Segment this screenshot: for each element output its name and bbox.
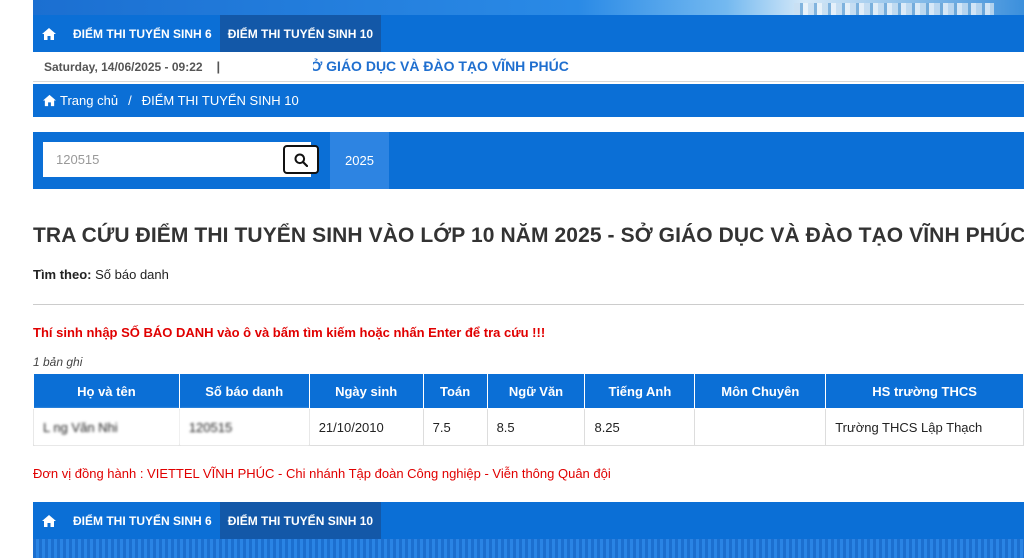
footer-background	[33, 539, 1024, 558]
nav-item-tuyen-sinh-6[interactable]: ĐIỂM THI TUYỂN SINH 6	[65, 15, 220, 52]
search-by-value: Số báo danh	[95, 267, 169, 282]
main-navbar: ĐIỂM THI TUYỂN SINH 6 ĐIỂM THI TUYỂN SIN…	[33, 15, 1024, 52]
table-header-row: Họ và tên Số báo danh Ngày sinh Toán Ngữ…	[33, 373, 1024, 409]
cell-anh: 8.25	[584, 408, 696, 446]
col-header-van: Ngữ Văn	[486, 373, 586, 409]
marquee: SỞ GIÁO DỤC VÀ ĐÀO TẠO VĨNH PHÚC	[313, 52, 1013, 81]
footer-nav-home-button[interactable]	[33, 502, 65, 539]
col-header-name: Họ và tên	[33, 373, 180, 409]
cell-chuyen	[694, 408, 827, 446]
cell-dob: 21/10/2010	[308, 408, 424, 446]
info-separator: |	[216, 59, 221, 74]
col-header-dob: Ngày sinh	[308, 373, 424, 409]
search-by: Tìm theo: Số báo danh	[33, 267, 169, 282]
header-banner	[33, 0, 1024, 15]
home-icon	[42, 27, 56, 40]
sponsor-text: Đơn vị đồng hành : VIETTEL VĨNH PHÚC - C…	[33, 466, 611, 481]
search-bar: 2025	[33, 132, 1024, 189]
search-icon	[294, 153, 308, 167]
record-count: 1 bản ghi	[33, 355, 83, 369]
cell-van: 8.5	[486, 408, 586, 446]
col-header-toan: Toán	[422, 373, 488, 409]
instruction-text: Thí sinh nhập SỐ BÁO DANH vào ô và bấm t…	[33, 325, 546, 340]
results-table: Họ và tên Số báo danh Ngày sinh Toán Ngữ…	[33, 373, 1024, 446]
col-header-school: HS trường THCS	[825, 373, 1024, 409]
search-button[interactable]	[283, 145, 319, 174]
col-header-chuyen: Môn Chuyên	[694, 373, 827, 409]
breadcrumb-current: ĐIỂM THI TUYỂN SINH 10	[141, 93, 299, 108]
cell-school: Trường THCS Lập Thạch	[825, 408, 1024, 446]
footer-navbar: ĐIỂM THI TUYỂN SINH 6 ĐIỂM THI TUYỂN SIN…	[33, 502, 1024, 539]
breadcrumb-separator: /	[128, 93, 132, 108]
home-icon	[42, 514, 56, 527]
banner-image	[794, 3, 994, 15]
cell-name: L ng Văn Nhi	[33, 408, 180, 446]
divider	[33, 304, 1024, 305]
current-datetime: Saturday, 14/06/2025 - 09:22	[44, 59, 203, 74]
nav-home-button[interactable]	[33, 15, 65, 52]
footer-nav-item-tuyen-sinh-6[interactable]: ĐIỂM THI TUYỂN SINH 6	[65, 502, 220, 539]
col-header-anh: Tiếng Anh	[584, 373, 696, 409]
table-row: L ng Văn Nhi 120515 21/10/2010 7.5 8.5 8…	[33, 408, 1024, 446]
search-box	[43, 142, 319, 177]
home-icon	[43, 94, 56, 107]
search-by-label: Tìm theo:	[33, 267, 92, 282]
breadcrumb: Trang chủ / ĐIỂM THI TUYỂN SINH 10	[33, 84, 1024, 117]
footer-nav-item-tuyen-sinh-10[interactable]: ĐIỂM THI TUYỂN SINH 10	[219, 502, 382, 539]
breadcrumb-home-label: Trang chủ	[60, 93, 119, 108]
page-title: TRA CỨU ĐIỂM THI TUYỂN SINH VÀO LỚP 10 N…	[33, 224, 1024, 247]
info-bar: Saturday, 14/06/2025 - 09:22 | SỞ GIÁO D…	[33, 52, 1024, 82]
marquee-text: SỞ GIÁO DỤC VÀ ĐÀO TẠO VĨNH PHÚC	[313, 58, 569, 74]
col-header-sbd: Số báo danh	[178, 373, 310, 409]
nav-item-tuyen-sinh-10[interactable]: ĐIỂM THI TUYỂN SINH 10	[219, 15, 382, 52]
cell-sbd: 120515	[178, 408, 310, 446]
search-input[interactable]	[43, 142, 273, 177]
cell-toan: 7.5	[422, 408, 488, 446]
breadcrumb-home-link[interactable]: Trang chủ	[42, 93, 118, 108]
year-tab-2025[interactable]: 2025	[330, 132, 389, 189]
